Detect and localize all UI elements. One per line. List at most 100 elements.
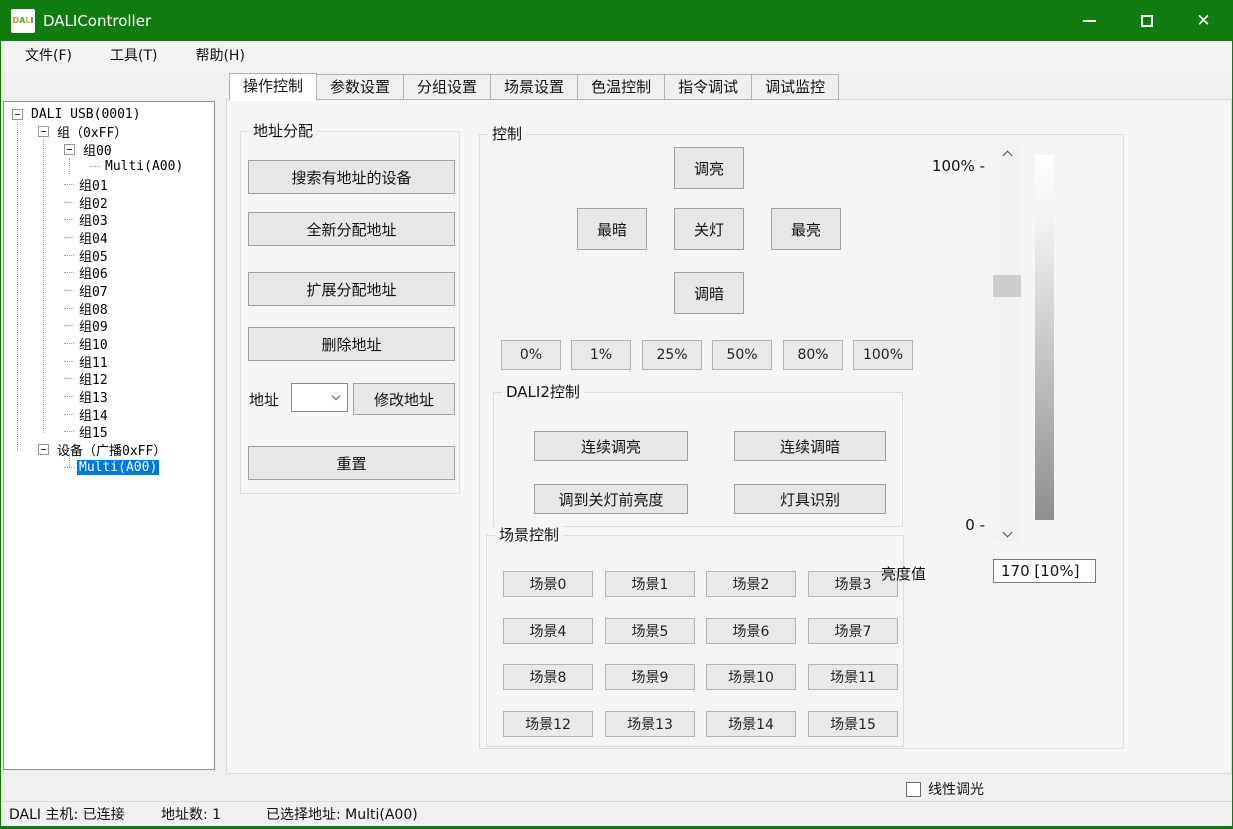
tab-5[interactable]: 指令调试: [664, 74, 752, 100]
tree-item[interactable]: 组12: [64, 370, 110, 388]
dim-up-button[interactable]: 调亮: [674, 147, 744, 189]
scene-button-4[interactable]: 场景4: [503, 618, 593, 644]
tree-item[interactable]: Multi(A00): [90, 158, 185, 176]
tree-item-label[interactable]: 组01: [77, 175, 110, 194]
tree-item-label[interactable]: 组10: [77, 334, 110, 353]
tab-0[interactable]: 操作控制: [229, 73, 317, 101]
scene-button-13[interactable]: 场景13: [605, 711, 695, 737]
tree-item-label[interactable]: Multi(A00): [103, 159, 185, 174]
tree-item-label[interactable]: 组05: [77, 246, 110, 265]
brightness-value-box[interactable]: 170 [10%]: [993, 559, 1096, 583]
scene-button-15[interactable]: 场景15: [808, 711, 898, 737]
tree-item-label[interactable]: Multi(A00): [77, 460, 159, 475]
tree-item-label[interactable]: 组11: [77, 352, 110, 371]
scene-button-11[interactable]: 场景11: [808, 664, 898, 690]
percent-button-1[interactable]: 1%: [571, 340, 631, 370]
scene-button-8[interactable]: 场景8: [503, 664, 593, 690]
percent-button-0[interactable]: 0%: [501, 340, 561, 370]
scene-button-9[interactable]: 场景9: [605, 664, 695, 690]
tree-item-label[interactable]: 组（0xFF）: [55, 122, 129, 141]
tree-item[interactable]: 组04: [64, 229, 110, 247]
restore-pre-off-level-button[interactable]: 调到关灯前亮度: [534, 484, 688, 514]
continuous-dim-down-button[interactable]: 连续调暗: [734, 431, 886, 461]
tab-3[interactable]: 场景设置: [490, 74, 578, 100]
max-level-button[interactable]: 最亮: [771, 208, 841, 250]
assign-extend-address-button[interactable]: 扩展分配地址: [248, 272, 455, 306]
scene-button-2[interactable]: 场景2: [706, 571, 796, 597]
continuous-dim-up-button[interactable]: 连续调亮: [534, 431, 688, 461]
tree-item[interactable]: 组15: [64, 423, 110, 441]
scene-button-7[interactable]: 场景7: [808, 618, 898, 644]
percent-button-50[interactable]: 50%: [712, 340, 772, 370]
device-tree-panel[interactable]: DALI USB(0001)组（0xFF）组00Multi(A00)组01组02…: [3, 101, 215, 770]
tree-item-label[interactable]: 组03: [77, 210, 110, 229]
light-off-button[interactable]: 关灯: [674, 208, 744, 250]
address-combo[interactable]: [291, 383, 348, 412]
tab-1[interactable]: 参数设置: [316, 74, 404, 100]
tree-item[interactable]: 组13: [64, 387, 110, 405]
tree-item-label[interactable]: 组00: [81, 140, 114, 159]
tree-item-label[interactable]: 组08: [77, 299, 110, 318]
tree-item-label[interactable]: 组09: [77, 316, 110, 335]
linear-dimming-checkbox[interactable]: [906, 782, 921, 797]
menu-item-file[interactable]: 文件(F): [13, 41, 84, 71]
scrollbar-thumb[interactable]: [993, 275, 1021, 297]
tree-item[interactable]: 组11: [64, 352, 110, 370]
dim-down-button[interactable]: 调暗: [674, 272, 744, 314]
reset-button[interactable]: 重置: [248, 446, 455, 480]
minimize-button[interactable]: [1061, 1, 1118, 41]
tree-item-label[interactable]: 设备（广播0xFF）: [55, 440, 168, 459]
close-button[interactable]: ✕: [1175, 1, 1232, 41]
tree-collapse-icon[interactable]: [38, 126, 49, 137]
tab-2[interactable]: 分组设置: [403, 74, 491, 100]
scene-button-12[interactable]: 场景12: [503, 711, 593, 737]
scene-button-0[interactable]: 场景0: [503, 571, 593, 597]
tree-item-label[interactable]: 组06: [77, 263, 110, 282]
lamp-identify-button[interactable]: 灯具识别: [734, 484, 886, 514]
scene-button-6[interactable]: 场景6: [706, 618, 796, 644]
tree-collapse-icon[interactable]: [12, 109, 23, 120]
tree-item-label[interactable]: 组15: [77, 422, 110, 441]
maximize-button[interactable]: [1118, 1, 1175, 41]
delete-address-button[interactable]: 删除地址: [248, 327, 455, 361]
scroll-up-arrow[interactable]: [993, 145, 1021, 165]
percent-button-80[interactable]: 80%: [783, 340, 843, 370]
assign-new-address-button[interactable]: 全新分配地址: [248, 212, 455, 246]
percent-button-25[interactable]: 25%: [642, 340, 702, 370]
scene-button-5[interactable]: 场景5: [605, 618, 695, 644]
min-level-button[interactable]: 最暗: [577, 208, 647, 250]
tree-item[interactable]: 设备（广播0xFF）: [38, 440, 168, 458]
tree-item[interactable]: 组00: [64, 140, 114, 158]
tree-item[interactable]: 组10: [64, 334, 110, 352]
tab-6[interactable]: 调试监控: [751, 74, 839, 100]
menu-item-tools[interactable]: 工具(T): [98, 41, 169, 71]
brightness-scrollbar[interactable]: [993, 145, 1021, 542]
percent-button-100[interactable]: 100%: [853, 340, 913, 370]
scene-button-1[interactable]: 场景1: [605, 571, 695, 597]
scene-button-10[interactable]: 场景10: [706, 664, 796, 690]
tree-item[interactable]: 组03: [64, 211, 110, 229]
tree-item[interactable]: 组（0xFF）: [38, 123, 129, 141]
tree-item[interactable]: 组09: [64, 317, 110, 335]
tree-item-label[interactable]: 组02: [77, 193, 110, 212]
tree-item[interactable]: 组05: [64, 246, 110, 264]
tree-item-label[interactable]: 组12: [77, 369, 110, 388]
tab-4[interactable]: 色温控制: [577, 74, 665, 100]
tree-item-label[interactable]: 组13: [77, 387, 110, 406]
tree-item[interactable]: 组07: [64, 282, 110, 300]
tree-item[interactable]: DALI USB(0001): [12, 105, 143, 123]
tree-item-label[interactable]: DALI USB(0001): [29, 107, 143, 122]
tree-item[interactable]: 组08: [64, 299, 110, 317]
scroll-down-arrow[interactable]: [993, 522, 1021, 542]
tree-item[interactable]: 组14: [64, 405, 110, 423]
tree-item[interactable]: 组01: [64, 176, 110, 194]
tree-collapse-icon[interactable]: [38, 444, 49, 455]
tree-item[interactable]: 组02: [64, 193, 110, 211]
tree-item-label[interactable]: 组07: [77, 281, 110, 300]
search-addressed-devices-button[interactable]: 搜索有地址的设备: [248, 160, 455, 194]
tree-collapse-icon[interactable]: [64, 144, 75, 155]
tree-item[interactable]: Multi(A00): [64, 458, 159, 476]
scene-button-14[interactable]: 场景14: [706, 711, 796, 737]
modify-address-button[interactable]: 修改地址: [353, 383, 455, 415]
tree-item[interactable]: 组06: [64, 264, 110, 282]
